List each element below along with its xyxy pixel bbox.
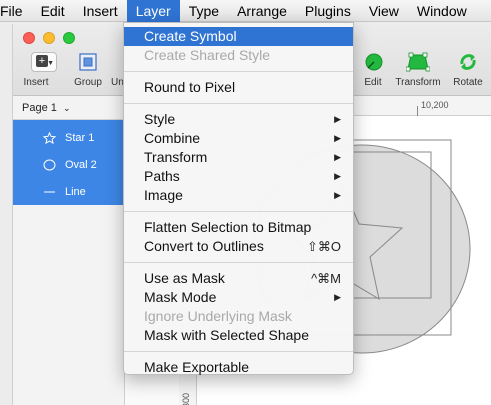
menu-item-label: Style — [144, 111, 176, 127]
submenu-arrow-icon: ▶ — [334, 114, 341, 124]
menu-item-create-symbol[interactable]: Create Symbol — [124, 27, 353, 46]
menu-item-label: Combine — [144, 130, 201, 146]
menu-separator — [124, 211, 353, 212]
menu-separator — [124, 71, 353, 72]
menu-item-use-as-mask[interactable]: Use as Mask ^⌘M — [124, 269, 353, 288]
menu-item-label: Round to Pixel — [144, 79, 236, 95]
menu-item-label: Flatten Selection to Bitmap — [144, 219, 312, 235]
menu-insert[interactable]: Insert — [74, 0, 127, 22]
transform-icon — [406, 52, 430, 72]
layer-row-star[interactable]: Star 1 — [13, 124, 124, 151]
ruler-tick — [417, 106, 418, 116]
menu-item-round-to-pixel[interactable]: Round to Pixel — [124, 78, 353, 97]
layer-name: Oval 2 — [65, 158, 97, 171]
menu-item-image[interactable]: Image ▶ — [124, 186, 353, 205]
menu-item-label: Mask Mode — [144, 289, 217, 305]
insert-tool[interactable]: + ▼ Insert — [19, 52, 57, 88]
menu-item-flatten-selection-to-bitmap[interactable]: Flatten Selection to Bitmap — [124, 218, 353, 237]
layers-panel: Page 1 ⌄ Star 1 Oval 2 Line — [13, 96, 125, 405]
menu-layer[interactable]: Layer — [126, 0, 180, 22]
rotate-label: Rotate — [453, 77, 483, 88]
submenu-arrow-icon: ▶ — [334, 152, 341, 162]
line-icon — [41, 186, 57, 198]
menu-item-label: Image — [144, 187, 183, 203]
menu-item-label: Mask with Selected Shape — [144, 327, 309, 343]
group-tool[interactable]: Group — [71, 52, 105, 88]
layer-menu-dropdown: Create Symbol Create Shared Style Round to… — [123, 22, 354, 375]
menu-item-convert-to-outlines[interactable]: Convert to Outlines ⇧⌘O — [124, 237, 353, 256]
menu-item-label: Make Exportable — [144, 359, 250, 375]
layer-row-line[interactable]: Line — [13, 178, 124, 205]
close-window-button[interactable] — [23, 32, 35, 44]
menu-separator — [124, 351, 353, 352]
menu-item-label: Convert to Outlines — [144, 238, 264, 254]
star-icon — [41, 131, 57, 144]
menu-item-ignore-underlying-mask: Ignore Underlying Mask — [124, 307, 353, 326]
minimize-window-button[interactable] — [43, 32, 55, 44]
menu-type[interactable]: Type — [180, 0, 228, 22]
ruler-marker-top: 10,200 — [421, 100, 449, 110]
menu-plugins[interactable]: Plugins — [296, 0, 360, 22]
page-label: Page 1 — [22, 102, 57, 114]
menu-separator — [124, 262, 353, 263]
menu-item-combine[interactable]: Combine ▶ — [124, 129, 353, 148]
edit-label: Edit — [364, 77, 382, 88]
ruler-marker-left: 300 — [181, 392, 191, 405]
submenu-arrow-icon: ▶ — [334, 292, 341, 302]
transform-label: Transform — [395, 77, 441, 88]
chevron-down-icon: ⌄ — [62, 103, 71, 113]
layer-name: Line — [65, 185, 86, 198]
menu-view[interactable]: View — [360, 0, 408, 22]
menu-shortcut: ^⌘M — [311, 271, 341, 286]
layer-row-oval[interactable]: Oval 2 — [13, 151, 124, 178]
menu-item-label: Paths — [144, 168, 180, 184]
menu-item-paths[interactable]: Paths ▶ — [124, 167, 353, 186]
rotate-icon — [460, 54, 476, 70]
menu-item-label: Create Symbol — [144, 28, 237, 44]
submenu-arrow-icon: ▶ — [334, 171, 341, 181]
edit-icon — [365, 53, 383, 71]
submenu-arrow-icon: ▶ — [334, 133, 341, 143]
group-label: Group — [74, 77, 102, 88]
menu-edit[interactable]: Edit — [32, 0, 74, 22]
zoom-window-button[interactable] — [63, 32, 75, 44]
menu-item-label: Ignore Underlying Mask — [144, 308, 292, 324]
menu-item-label: Transform — [144, 149, 208, 165]
insert-button[interactable]: + ▼ — [31, 52, 57, 72]
menu-item-mask-mode[interactable]: Mask Mode ▶ — [124, 288, 353, 307]
menu-item-mask-with-selected-shape[interactable]: Mask with Selected Shape — [124, 326, 353, 345]
submenu-arrow-icon: ▶ — [334, 190, 341, 200]
rotate-tool[interactable]: Rotate — [450, 52, 486, 88]
menu-item-transform[interactable]: Transform ▶ — [124, 148, 353, 167]
edit-tool[interactable]: Edit — [359, 52, 387, 88]
chevron-down-icon: ▼ — [47, 60, 54, 67]
menu-bar: File Edit Insert Layer Type Arrange Plug… — [0, 0, 491, 22]
layer-list: Star 1 Oval 2 Line — [13, 120, 124, 205]
menu-item-label: Create Shared Style — [144, 47, 271, 63]
menu-shortcut: ⇧⌘O — [306, 239, 341, 254]
transform-tool[interactable]: Transform — [391, 52, 445, 88]
oval-icon — [41, 159, 57, 171]
group-icon — [79, 53, 97, 71]
menu-file[interactable]: File — [0, 0, 32, 22]
menu-item-create-shared-style: Create Shared Style — [124, 46, 353, 65]
insert-label: Insert — [23, 77, 49, 88]
menu-item-make-exportable[interactable]: Make Exportable — [124, 358, 353, 377]
menu-item-style[interactable]: Style ▶ — [124, 110, 353, 129]
menu-arrange[interactable]: Arrange — [228, 0, 296, 22]
layer-name: Star 1 — [65, 131, 95, 144]
page-selector[interactable]: Page 1 ⌄ — [13, 96, 124, 120]
menu-separator — [124, 103, 353, 104]
menu-item-label: Use as Mask — [144, 270, 225, 286]
menu-window[interactable]: Window — [408, 0, 476, 22]
